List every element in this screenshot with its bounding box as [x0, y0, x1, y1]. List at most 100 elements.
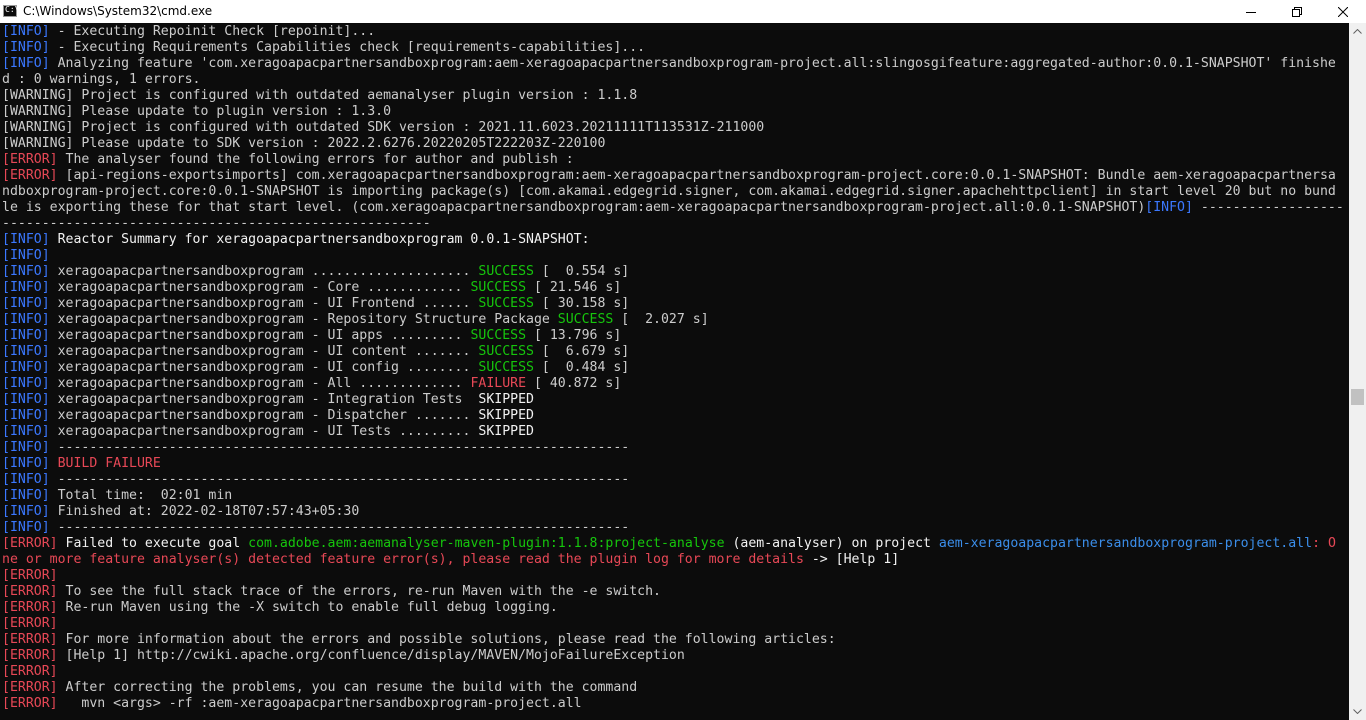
console-line: [ERROR] After correcting the problems, y…	[2, 680, 1349, 696]
console-line: [INFO] Analyzing feature 'com.xeragoapac…	[2, 56, 1349, 72]
console-line: [WARNING] Project is configured with out…	[2, 88, 1349, 104]
log-text: [ 0.484 s]	[533, 360, 630, 375]
console-line: ----------------------------------------…	[2, 216, 1349, 232]
console-line: [ERROR]	[2, 568, 1349, 584]
console-line: [INFO] xeragoapacpartnersandboxprogram -…	[2, 296, 1349, 312]
console-line: [WARNING] Please update to plugin versio…	[2, 104, 1349, 120]
console-line: [ERROR] Failed to execute goal com.adobe…	[2, 536, 1349, 552]
console-line: [INFO] ---------------------------------…	[2, 520, 1349, 536]
scroll-down-button[interactable]	[1349, 703, 1366, 720]
log-text: FAILURE	[470, 376, 527, 391]
log-level-tag: [INFO]	[2, 392, 50, 407]
cmd-icon[interactable]: C:\	[3, 5, 20, 17]
log-level-tag: [INFO]	[2, 248, 50, 263]
log-text: [ 40.872 s]	[526, 376, 622, 391]
restore-icon	[1292, 6, 1302, 17]
log-text: SUCCESS	[478, 360, 534, 375]
console-line: [INFO] xeragoapacpartnersandboxprogram -…	[2, 392, 1349, 408]
log-text: xeragoapacpartnersandboxprogram - All ..…	[49, 376, 471, 391]
log-level-tag: [INFO]	[2, 344, 50, 359]
log-text: xeragoapacpartnersandboxprogram - Integr…	[49, 392, 479, 407]
minimize-button[interactable]	[1228, 0, 1274, 23]
log-text: xeragoapacpartnersandboxprogram ........…	[49, 264, 479, 279]
log-level-tag: [ERROR]	[2, 152, 58, 167]
log-text: Analyzing feature 'com.xeragoapacpartner…	[49, 56, 1336, 71]
log-level-tag: [ERROR]	[2, 632, 58, 647]
console-line: [INFO] ---------------------------------…	[2, 440, 1349, 456]
console-line: le is exporting these for that start lev…	[2, 200, 1349, 216]
console-line: [INFO] xeragoapacpartnersandboxprogram -…	[2, 344, 1349, 360]
log-text: SKIPPED	[478, 408, 534, 423]
console-output[interactable]: [INFO] - Executing Repoinit Check [repoi…	[0, 24, 1349, 720]
log-text: mvn <args> -rf :aem-xeragoapacpartnersan…	[57, 696, 582, 711]
log-level-tag: [INFO]	[2, 408, 50, 423]
scroll-up-button[interactable]	[1349, 23, 1366, 40]
log-level-tag: [INFO]	[2, 56, 50, 71]
console-line: [INFO] - Executing Repoinit Check [repoi…	[2, 24, 1349, 40]
console-line: [INFO] Finished at: 2022-02-18T07:57:43+…	[2, 504, 1349, 520]
console-line: [INFO] - Executing Requirements Capabili…	[2, 40, 1349, 56]
log-text: ----------------------------------------…	[49, 520, 630, 535]
log-level-tag: [INFO]	[2, 24, 50, 39]
log-text: ne or more feature analyser(s) detected …	[2, 552, 804, 567]
log-text: For more information about the errors an…	[57, 632, 836, 647]
log-text: Please update to SDK version : 2022.2.62…	[73, 136, 606, 151]
console-line: [ERROR] For more information about the e…	[2, 632, 1349, 648]
log-level-tag: [INFO]	[2, 40, 50, 55]
log-text: [ 2.027 s]	[613, 312, 709, 327]
log-level-tag: [ERROR]	[2, 168, 58, 183]
log-level-tag: [INFO]	[2, 296, 50, 311]
log-level-tag: [INFO]	[2, 312, 50, 327]
log-text: SUCCESS	[470, 280, 527, 295]
log-level-tag: [INFO]	[2, 440, 50, 455]
log-level-tag: [INFO]	[2, 520, 50, 535]
maximize-button[interactable]	[1274, 0, 1320, 23]
log-level-tag: [WARNING]	[2, 120, 74, 135]
log-text: Re-run Maven using the -X switch to enab…	[57, 600, 558, 615]
log-text: [ 13.796 s]	[526, 328, 622, 343]
log-text: [api-regions-exportsimports] com.xeragoa…	[57, 168, 1336, 183]
log-text: (aem-analyser) on project	[724, 536, 939, 551]
scrollbar-thumb[interactable]	[1351, 389, 1364, 405]
log-level-tag: [INFO]	[2, 504, 50, 519]
console-line: d : 0 warnings, 1 errors.	[2, 72, 1349, 88]
console-line: [INFO] xeragoapacpartnersandboxprogram -…	[2, 376, 1349, 392]
console-line: [INFO] xeragoapacpartnersandboxprogram -…	[2, 360, 1349, 376]
log-text: le is exporting these for that start lev…	[2, 200, 1146, 215]
console-line: [INFO] Reactor Summary for xeragoapacpar…	[2, 232, 1349, 248]
log-text: Project is configured with outdated SDK …	[73, 120, 765, 135]
log-level-tag: [INFO]	[2, 376, 50, 391]
chevron-down-icon	[1353, 709, 1362, 714]
log-text: xeragoapacpartnersandboxprogram - UI con…	[49, 344, 479, 359]
log-text: xeragoapacpartnersandboxprogram - Reposi…	[49, 312, 558, 327]
log-level-tag: [INFO]	[2, 472, 50, 487]
log-level-tag: [ERROR]	[2, 680, 58, 695]
log-level-tag: [INFO]	[1145, 200, 1193, 215]
cmd-icon-label: C:\	[5, 5, 20, 14]
console-line: [INFO] xeragoapacpartnersandboxprogram -…	[2, 280, 1349, 296]
log-text: SUCCESS	[557, 312, 614, 327]
log-text: SUCCESS	[478, 296, 534, 311]
log-level-tag: [INFO]	[2, 456, 50, 471]
console-line: [ERROR] Re-run Maven using the -X switch…	[2, 600, 1349, 616]
log-level-tag: [WARNING]	[2, 136, 74, 151]
console-line: [ERROR] mvn <args> -rf :aem-xeragoapacpa…	[2, 696, 1349, 712]
log-text: ------------------	[1192, 200, 1344, 215]
log-level-tag: [ERROR]	[2, 648, 58, 663]
log-text: BUILD FAILURE	[49, 456, 161, 471]
log-text: [ 21.546 s]	[526, 280, 622, 295]
log-text: - Executing Requirements Capabilities ch…	[49, 40, 646, 55]
console-line: ndboxprogram-project.core:0.0.1-SNAPSHOT…	[2, 184, 1349, 200]
log-text: SKIPPED	[478, 424, 534, 439]
log-text: Finished at: 2022-02-18T07:57:43+05:30	[49, 504, 360, 519]
console-line: [INFO] xeragoapacpartnersandboxprogram -…	[2, 408, 1349, 424]
vertical-scrollbar[interactable]	[1349, 23, 1366, 720]
title-bar[interactable]: C:\ C:\Windows\System32\cmd.exe	[0, 0, 1366, 23]
log-text: xeragoapacpartnersandboxprogram - Dispat…	[49, 408, 479, 423]
console-line: [ERROR] [api-regions-exportsimports] com…	[2, 168, 1349, 184]
close-button[interactable]	[1320, 0, 1366, 23]
console-line: ne or more feature analyser(s) detected …	[2, 552, 1349, 568]
log-text: After correcting the problems, you can r…	[57, 680, 638, 695]
log-text: [Help 1] http://cwiki.apache.org/conflue…	[57, 648, 685, 663]
log-text: [ 6.679 s]	[533, 344, 630, 359]
